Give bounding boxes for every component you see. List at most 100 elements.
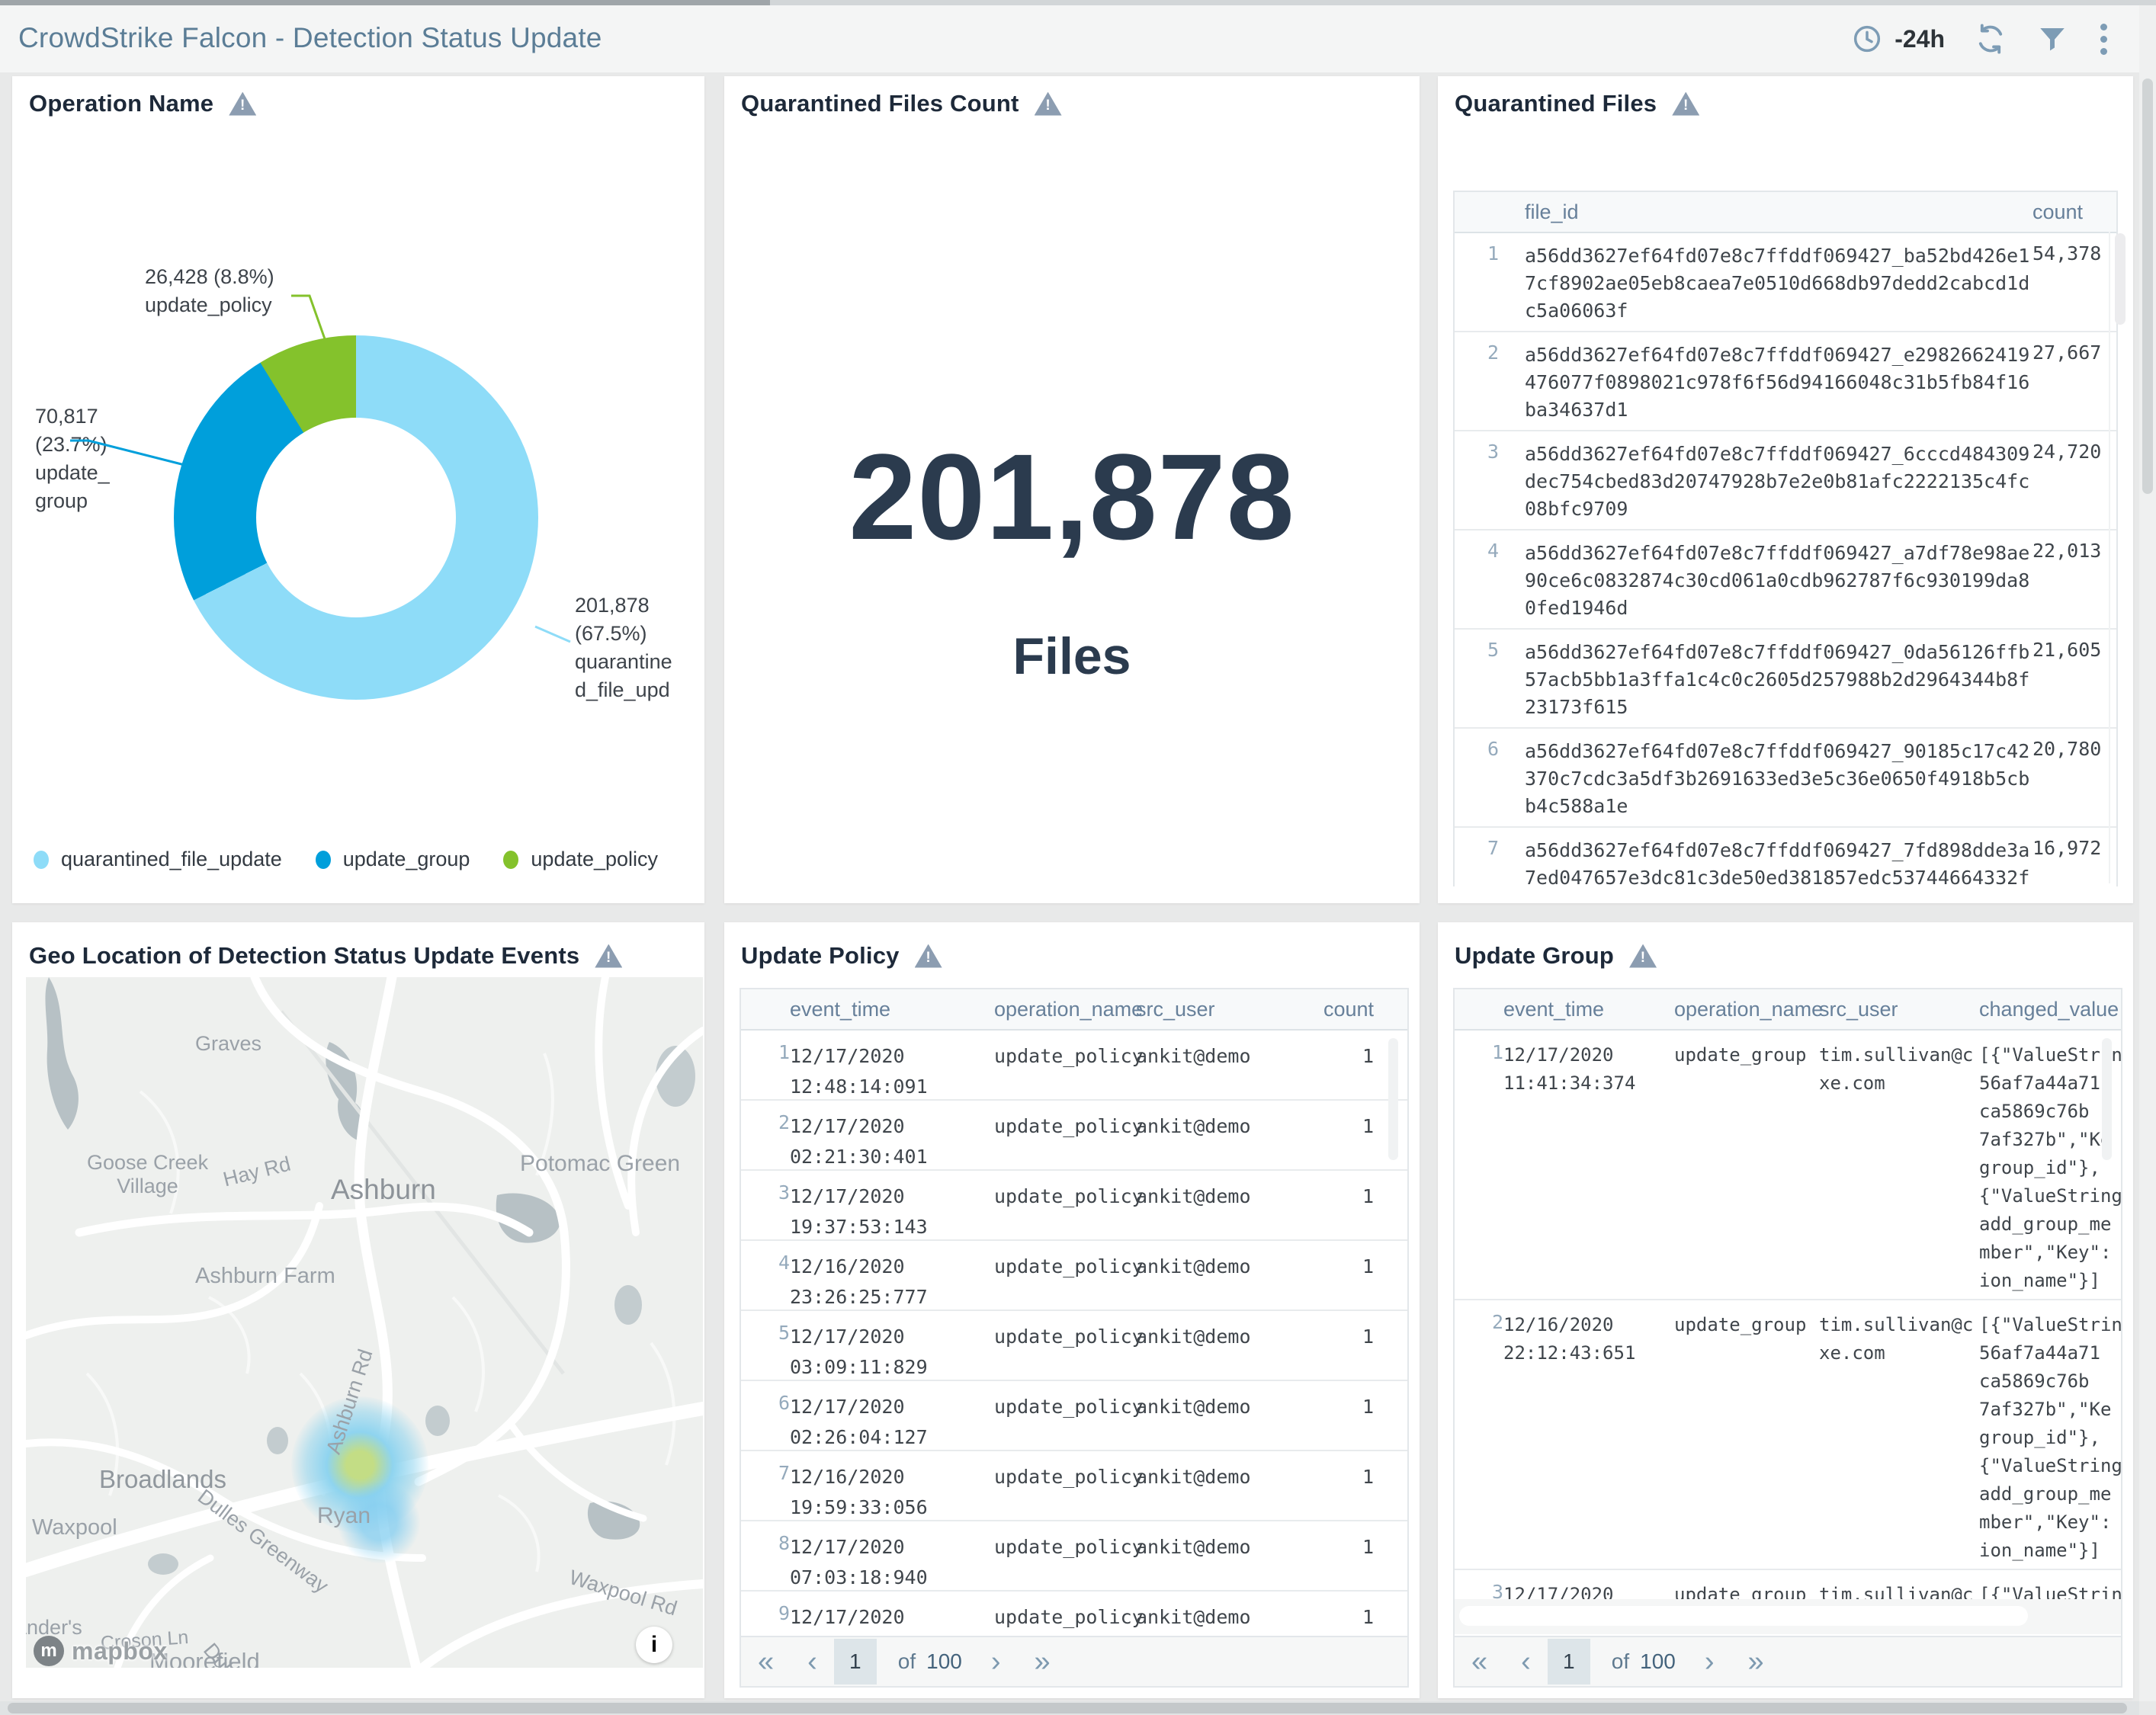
horizontal-scrollbar-track[interactable] — [1453, 1599, 2122, 1634]
table-row[interactable]: 212/17/202002:21:30:401update_policyanki… — [741, 1101, 1407, 1171]
table-row[interactable]: 512/17/202003:09:11:829update_policyanki… — [741, 1311, 1407, 1381]
column-header-count[interactable]: count — [2032, 200, 2118, 224]
column-header-src-user[interactable]: src_user — [1819, 998, 1979, 1021]
column-header-event-time[interactable]: event_time — [1503, 998, 1674, 1021]
column-header-operation-name[interactable]: operation_name — [1674, 998, 1819, 1021]
chart-legend: quarantined_file_update update_group upd… — [34, 848, 658, 871]
map-info-button[interactable]: i — [636, 1627, 672, 1663]
warning-icon[interactable]: ! — [229, 92, 256, 116]
page-scrollbar-thumb[interactable] — [2142, 79, 2153, 494]
table-row[interactable]: 412/16/202023:26:25:777update_policyanki… — [741, 1241, 1407, 1311]
panel-title: Quarantined Files — [1455, 90, 1657, 117]
legend-dot-blue — [316, 851, 331, 869]
last-page-button[interactable]: » — [1018, 1639, 1067, 1685]
table-scrollbar-thumb[interactable] — [1388, 1038, 1398, 1160]
table-body: 1 12/17/202011:41:34:374 update_group ti… — [1455, 1031, 2121, 1602]
warning-icon[interactable]: ! — [915, 944, 942, 968]
top-scrollbar-thumb[interactable] — [0, 0, 770, 5]
first-page-button[interactable]: « — [741, 1639, 791, 1685]
table-row[interactable]: 3 12/17/202009:54:37:468 update_group ti… — [1455, 1570, 2121, 1602]
last-page-button[interactable]: » — [1731, 1639, 1781, 1685]
donut-chart[interactable] — [174, 335, 538, 700]
first-page-button[interactable]: « — [1455, 1639, 1504, 1685]
table-row[interactable]: 2 12/16/202022:12:43:651 update_group ti… — [1455, 1300, 2121, 1570]
pagination: « ‹ 1 of 100 › » — [1453, 1636, 2122, 1688]
table-row[interactable]: 712/16/202019:59:33:056update_policyanki… — [741, 1451, 1407, 1521]
total-pages: 100 — [1640, 1649, 1676, 1674]
warning-icon[interactable]: ! — [595, 944, 622, 968]
table-row[interactable]: 4a56dd3627ef64fd07e8c7ffddf069427_a7df78… — [1455, 531, 2116, 630]
table-row[interactable]: 2a56dd3627ef64fd07e8c7ffddf069427_e29826… — [1455, 332, 2116, 431]
donut-hole — [256, 418, 456, 617]
column-header-operation-name[interactable]: operation_name — [994, 998, 1136, 1021]
map[interactable]: Graves Goose Creek Village Hay Rd Ashbur… — [26, 977, 703, 1668]
table-scrollbar-thumb[interactable] — [2115, 233, 2126, 325]
mapbox-logo[interactable]: m mapbox — [34, 1636, 168, 1666]
time-range-label[interactable]: -24h — [1895, 25, 1945, 53]
table-row[interactable]: 312/17/202019:37:53:143update_policyanki… — [741, 1171, 1407, 1241]
warning-icon[interactable]: ! — [1672, 92, 1699, 116]
table-row[interactable]: 912/17/202015:22:09:311update_policyanki… — [741, 1592, 1407, 1639]
current-page[interactable]: 1 — [834, 1639, 877, 1685]
refresh-icon[interactable] — [1974, 22, 2007, 56]
prev-page-button[interactable]: ‹ — [1504, 1639, 1548, 1685]
count-cell: 27,667 — [2032, 332, 2116, 430]
table-row[interactable]: 7a56dd3627ef64fd07e8c7ffddf069427_7fd898… — [1455, 828, 2116, 886]
map-label-ryan: Ryan — [317, 1503, 371, 1529]
current-page[interactable]: 1 — [1548, 1639, 1590, 1685]
file-id-cell: a56dd3627ef64fd07e8c7ffddf069427_ba52bd4… — [1499, 233, 2032, 331]
map-label-ashburn-farm: Ashburn Farm — [195, 1264, 335, 1289]
files-count-unit: Files — [724, 627, 1420, 686]
warning-icon[interactable]: ! — [1035, 92, 1062, 116]
map-label-ashburn: Ashburn — [331, 1174, 436, 1206]
column-header-changed-value[interactable]: changed_value — [1979, 998, 2121, 1021]
legend-item-update-group[interactable]: update_group — [316, 848, 470, 871]
next-page-button[interactable]: › — [974, 1639, 1018, 1685]
table-divider — [2109, 232, 2110, 883]
table-row[interactable]: 812/17/202007:03:18:940update_policyanki… — [741, 1521, 1407, 1592]
legend-dot-green — [503, 851, 518, 869]
table-row[interactable]: 1 12/17/202011:41:34:374 update_group ti… — [1455, 1031, 2121, 1300]
file-id-cell: a56dd3627ef64fd07e8c7ffddf069427_6cccd48… — [1499, 431, 2032, 529]
table-scrollbar-thumb[interactable] — [2102, 1038, 2112, 1160]
file-id-cell: a56dd3627ef64fd07e8c7ffddf069427_0da5612… — [1499, 630, 2032, 727]
page-title: CrowdStrike Falcon - Detection Status Up… — [18, 22, 602, 54]
count-cell: 21,605 — [2032, 630, 2116, 727]
top-scrollbar-track[interactable] — [0, 0, 2156, 5]
changed-value-cell: [{"ValueStrin 56af7a44a71 — [1979, 1570, 2121, 1602]
table-row[interactable]: 5a56dd3627ef64fd07e8c7ffddf069427_0da561… — [1455, 630, 2116, 729]
page-hscrollbar-thumb[interactable] — [8, 1703, 2127, 1713]
table-header: event_time operation_name src_user count — [741, 989, 1407, 1031]
panel-quarantined-files-count: Quarantined Files Count ! 201,878 Files — [724, 76, 1420, 903]
column-header-event-time[interactable]: event_time — [790, 998, 994, 1021]
table-row[interactable]: 6a56dd3627ef64fd07e8c7ffddf069427_90185c… — [1455, 729, 2116, 828]
page-hscrollbar-track[interactable] — [0, 1701, 2139, 1715]
legend-item-quarantined-file-update[interactable]: quarantined_file_update — [34, 848, 282, 871]
panel-quarantined-files: Quarantined Files ! file_id count 1a56dd… — [1438, 76, 2133, 903]
more-menu-icon[interactable] — [2097, 21, 2110, 58]
clock-icon[interactable] — [1852, 24, 1882, 54]
horizontal-scrollbar-thumb[interactable] — [1459, 1606, 2028, 1626]
column-header-file-id[interactable]: file_id — [1499, 200, 2032, 224]
table-row[interactable]: 1a56dd3627ef64fd07e8c7ffddf069427_ba52bd… — [1455, 233, 2116, 332]
table-body: 112/17/202012:48:14:091update_policyanki… — [741, 1031, 1407, 1639]
table-row[interactable]: 112/17/202012:48:14:091update_policyanki… — [741, 1031, 1407, 1101]
column-header-src-user[interactable]: src_user — [1136, 998, 1304, 1021]
next-page-button[interactable]: › — [1688, 1639, 1731, 1685]
filter-icon[interactable] — [2036, 23, 2068, 55]
update-group-table: event_time operation_name src_user chang… — [1453, 988, 2122, 1639]
dashboard-header: CrowdStrike Falcon - Detection Status Up… — [0, 5, 2156, 72]
count-cell: 54,378 — [2032, 233, 2116, 331]
panel-title: Update Group — [1455, 942, 1614, 970]
warning-icon[interactable]: ! — [1629, 944, 1657, 968]
files-count-value: 201,878 — [724, 427, 1420, 567]
count-cell: 24,720 — [2032, 431, 2116, 529]
table-row[interactable]: 3a56dd3627ef64fd07e8c7ffddf069427_6cccd4… — [1455, 431, 2116, 531]
prev-page-button[interactable]: ‹ — [791, 1639, 834, 1685]
legend-item-update-policy[interactable]: update_policy — [503, 848, 658, 871]
table-row[interactable]: 612/17/202002:26:04:127update_policyanki… — [741, 1381, 1407, 1451]
column-header-count[interactable]: count — [1304, 998, 1407, 1021]
mapbox-logo-icon: m — [34, 1636, 64, 1666]
total-pages: 100 — [926, 1649, 962, 1674]
page-scrollbar-track[interactable] — [2139, 5, 2156, 1701]
